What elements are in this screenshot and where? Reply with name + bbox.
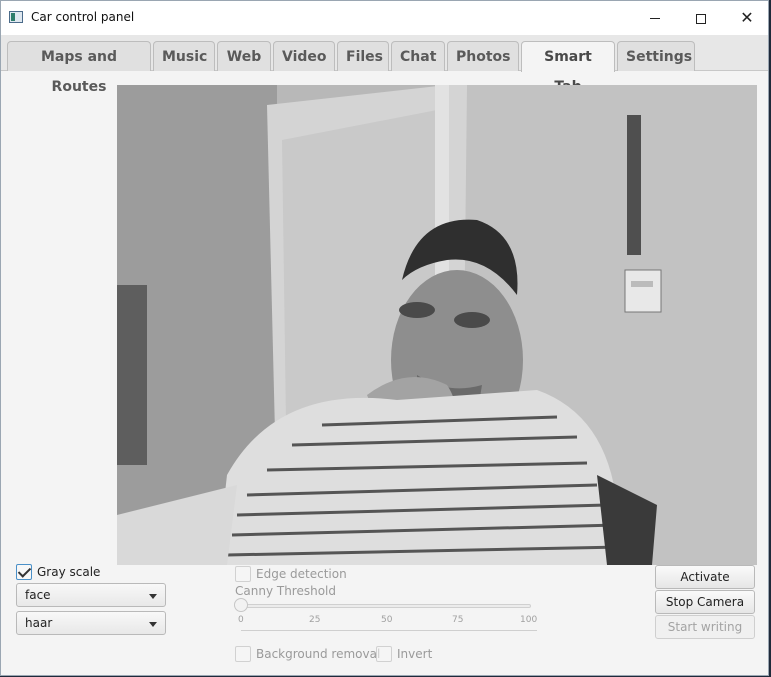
gray-scale-checkbox[interactable] (16, 564, 32, 580)
background-removal-label: Background removal (256, 647, 381, 661)
detector-target-value: face (25, 588, 51, 602)
stop-camera-button[interactable]: Stop Camera (655, 590, 755, 614)
canny-threshold-label: Canny Threshold (235, 584, 336, 598)
title-bar[interactable]: Car control panel ✕ (1, 1, 768, 35)
tab-video[interactable]: Video (273, 41, 335, 71)
chevron-down-icon (149, 594, 157, 599)
tab-files[interactable]: Files (337, 41, 389, 71)
detector-target-select[interactable]: face (16, 583, 166, 607)
app-icon (9, 11, 23, 23)
background-removal-checkbox[interactable] (235, 646, 251, 662)
tick-label-0: 0 (238, 615, 244, 625)
tick-label-50: 50 (381, 615, 393, 625)
window-title: Car control panel (31, 10, 135, 24)
canny-threshold-slider-track[interactable] (241, 604, 531, 608)
invert-checkbox[interactable] (376, 646, 392, 662)
smart-tab-panel: Gray scale face haar Edge detection Cann… (1, 71, 768, 677)
camera-view (117, 85, 757, 565)
start-writing-button[interactable]: Start writing (655, 615, 755, 639)
classifier-type-value: haar (25, 616, 53, 630)
app-window: Car control panel ✕ Maps and Routes Musi… (0, 0, 769, 676)
invert-label: Invert (397, 647, 433, 661)
chevron-down-icon (149, 622, 157, 627)
slider-tick-axis (241, 630, 537, 631)
tick-label-100: 100 (520, 615, 538, 625)
minimize-icon (650, 18, 660, 19)
tab-maps-and-routes[interactable]: Maps and Routes (7, 41, 151, 95)
camera-frame (117, 85, 757, 565)
tab-web[interactable]: Web (217, 41, 271, 71)
maximize-button[interactable] (678, 1, 724, 35)
tab-settings[interactable]: Settings (617, 41, 695, 71)
edge-detection-checkbox[interactable] (235, 566, 251, 582)
tick-label-75: 75 (452, 615, 464, 625)
tab-bar: Maps and Routes Music Web Video Files Ch… (1, 35, 768, 95)
tab-music[interactable]: Music (153, 41, 215, 71)
classifier-type-select[interactable]: haar (16, 611, 166, 635)
tab-chat[interactable]: Chat (391, 41, 445, 71)
maximize-icon (696, 13, 706, 24)
tab-photos[interactable]: Photos (447, 41, 519, 71)
activate-camera-button[interactable]: Activate camera (655, 565, 755, 606)
close-button[interactable]: ✕ (724, 1, 770, 35)
canny-threshold-slider-thumb[interactable] (234, 598, 248, 612)
tab-smart-tab[interactable]: Smart Tab (521, 41, 615, 95)
tick-label-25: 25 (309, 615, 321, 625)
edge-detection-label: Edge detection (256, 567, 347, 581)
close-icon: ✕ (740, 8, 754, 27)
gray-scale-label: Gray scale (37, 565, 101, 579)
minimize-button[interactable] (632, 1, 678, 35)
